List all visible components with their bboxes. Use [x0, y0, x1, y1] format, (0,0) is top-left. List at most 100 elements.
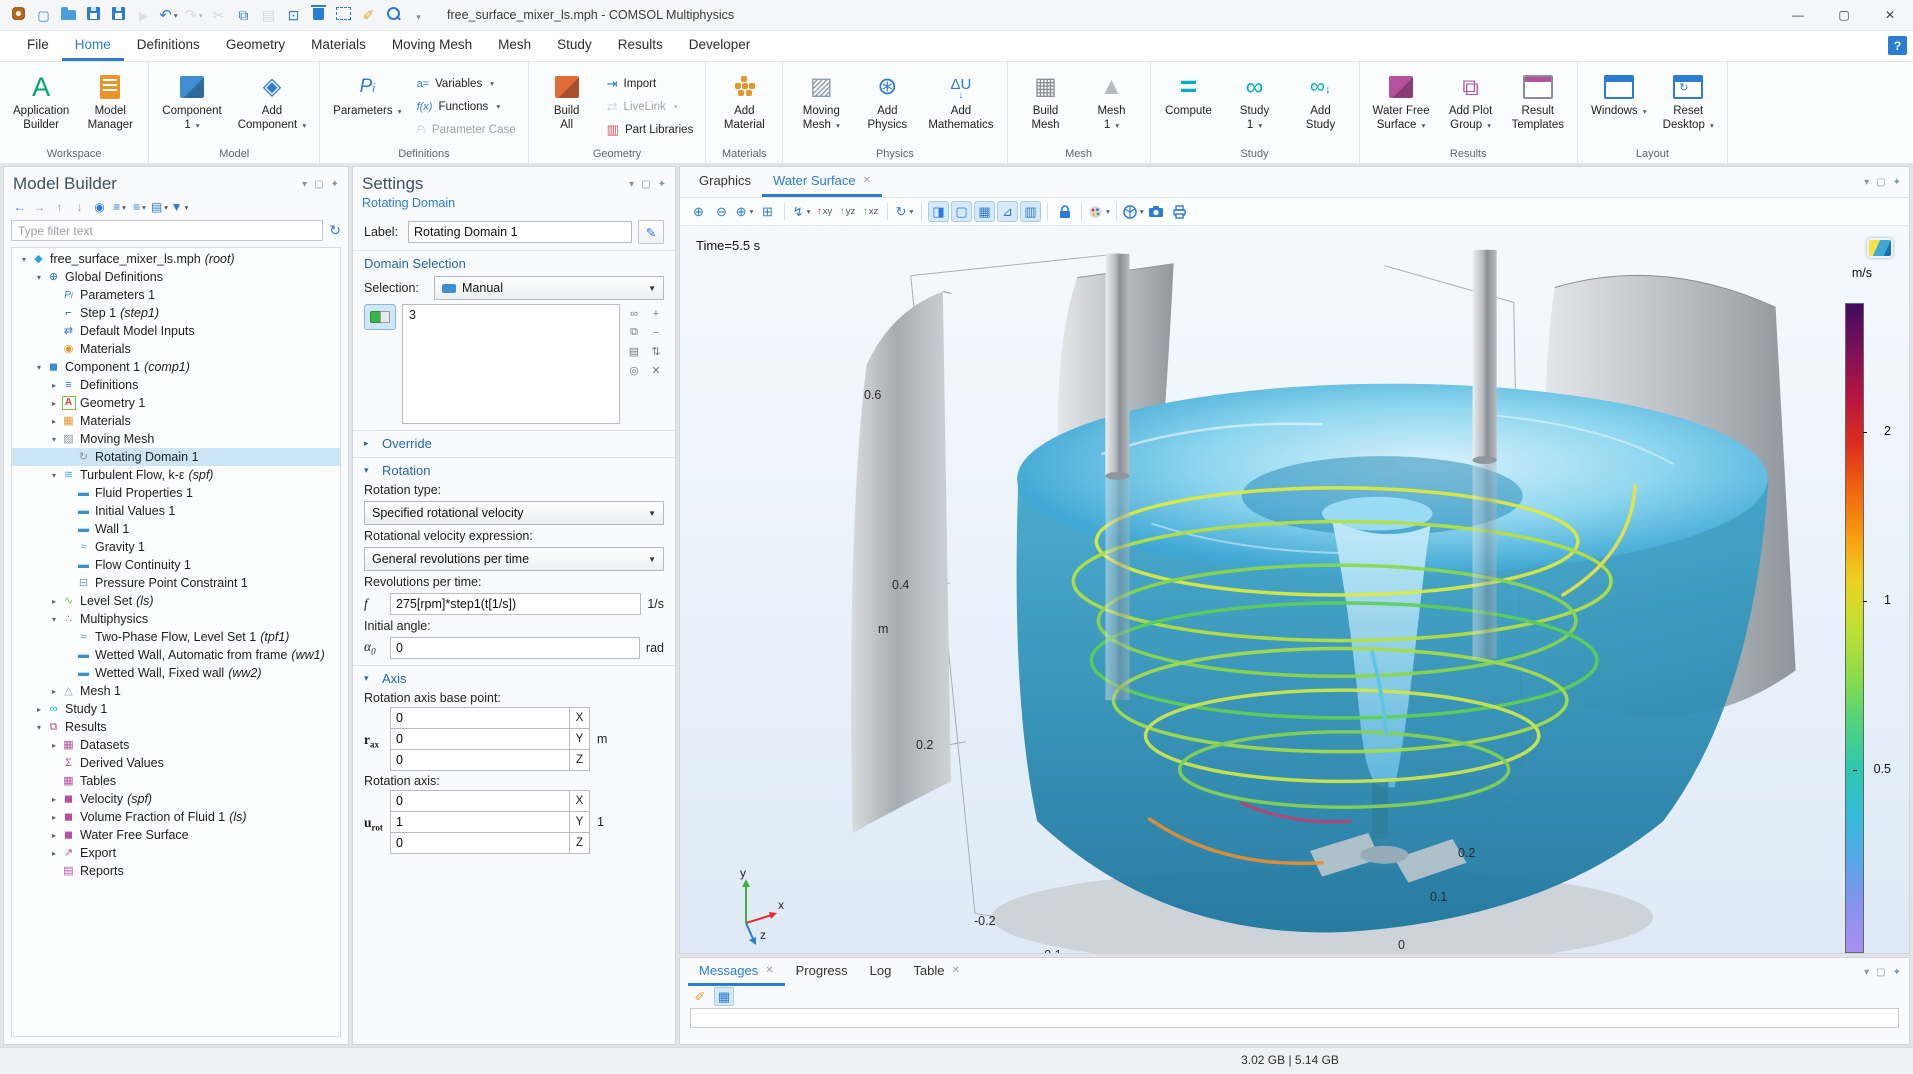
- livelink-button[interactable]: ⇄LiveLink▾: [607, 97, 694, 117]
- axes-toggle[interactable]: ⊿: [997, 201, 1018, 222]
- paste-button[interactable]: ▤: [256, 4, 281, 26]
- tree-item[interactable]: ▤Reports: [12, 862, 340, 880]
- expander-icon[interactable]: ▸: [48, 849, 60, 858]
- tree-item[interactable]: ↻Rotating Domain 1: [12, 448, 340, 466]
- tree-item[interactable]: ▦Tables: [12, 772, 340, 790]
- tree-item[interactable]: ▸∿Level Set(ls): [12, 592, 340, 610]
- chevron-down-icon[interactable]: ▾: [629, 179, 634, 190]
- forward-button[interactable]: →: [30, 198, 49, 216]
- tree-item[interactable]: ▾≋Turbulent Flow, k-ε(spf): [12, 466, 340, 484]
- tree-item[interactable]: ▬Initial Values 1: [12, 502, 340, 520]
- tree-item[interactable]: ▬Wall 1: [12, 520, 340, 538]
- help-button[interactable]: ?: [1888, 36, 1907, 55]
- tree-item[interactable]: ▾▨Moving Mesh: [12, 430, 340, 448]
- paste-icon[interactable]: ▤: [626, 344, 642, 359]
- expander-icon[interactable]: ▸: [48, 399, 60, 408]
- frequency-input[interactable]: [390, 593, 641, 615]
- expander-icon[interactable]: ▾: [33, 723, 45, 732]
- add-physics-button[interactable]: ⊛AddPhysics: [855, 67, 919, 146]
- new-file-button[interactable]: ▢: [31, 4, 56, 26]
- duplicate-button[interactable]: ⊡: [281, 4, 306, 26]
- zoom-in-button[interactable]: ⊕: [688, 201, 709, 222]
- color-palette-button[interactable]: ▾: [1088, 201, 1110, 222]
- tree-item[interactable]: ◉Materials: [12, 340, 340, 358]
- material-sweep-button[interactable]: ✐: [356, 4, 381, 26]
- tree-item[interactable]: ▸▦Datasets: [12, 736, 340, 754]
- tree-item[interactable]: ▸≡Definitions: [12, 376, 340, 394]
- refresh-icon[interactable]: ↻: [329, 222, 341, 239]
- filter-button[interactable]: ▼▾: [170, 198, 189, 216]
- tree-item[interactable]: ▸∞Study 1: [12, 700, 340, 718]
- water-free-surface-button[interactable]: Water FreeSurface ▾: [1366, 67, 1437, 146]
- expander-icon[interactable]: ▸: [48, 381, 60, 390]
- rotation-axis-y-input[interactable]: [390, 811, 570, 833]
- expander-icon[interactable]: ▸: [48, 687, 60, 696]
- expander-icon[interactable]: ▸: [48, 597, 60, 606]
- minimize-button[interactable]: —: [1775, 0, 1821, 30]
- base-point-z-input[interactable]: [390, 749, 570, 771]
- deselect-icon[interactable]: ✕: [648, 363, 664, 378]
- compute-button[interactable]: =Compute: [1157, 67, 1221, 146]
- override-header[interactable]: Override: [382, 436, 432, 451]
- tree-item[interactable]: ▸↗Export: [12, 844, 340, 862]
- component-1-button[interactable]: Component1 ▾: [155, 67, 228, 146]
- tree-item[interactable]: ▸◼Water Free Surface: [12, 826, 340, 844]
- tree-item[interactable]: ▸▦Materials: [12, 412, 340, 430]
- open-button[interactable]: [56, 4, 81, 26]
- label-input[interactable]: [408, 221, 632, 243]
- reset-desktop-button[interactable]: ↻ResetDesktop ▾: [1656, 67, 1721, 146]
- rotation-header[interactable]: Rotation: [382, 463, 430, 478]
- view-xy-button[interactable]: ↑xy: [814, 201, 835, 222]
- tree-item[interactable]: ▾◼Component 1(comp1): [12, 358, 340, 376]
- functions-button[interactable]: f(x)Functions▾: [417, 97, 516, 117]
- link-icon[interactable]: ∞: [626, 306, 642, 321]
- back-button[interactable]: ←: [10, 198, 29, 216]
- model-tree-nodes-button[interactable]: ▤▾: [150, 198, 169, 216]
- build-mesh-button[interactable]: ▦BuildMesh: [1014, 67, 1078, 146]
- menu-tab-file[interactable]: File: [14, 31, 62, 61]
- pin-icon[interactable]: ✦: [331, 179, 339, 190]
- rotation-axis-z-input[interactable]: [390, 832, 570, 854]
- move-up-button[interactable]: ↑: [50, 198, 69, 216]
- tree-item[interactable]: ▾∴Multiphysics: [12, 610, 340, 628]
- tab-table[interactable]: Table✕: [902, 958, 970, 986]
- view-yz-button[interactable]: ↑yz: [837, 201, 858, 222]
- zoom-selection-icon[interactable]: ◎: [626, 363, 642, 378]
- import-button[interactable]: ⇥Import: [607, 74, 694, 94]
- variables-button[interactable]: a=Variables▾: [417, 74, 516, 94]
- moving-mesh-button[interactable]: ▨MovingMesh ▾: [789, 67, 853, 146]
- view-xz-button[interactable]: ↑xz: [860, 201, 881, 222]
- close-icon[interactable]: ✕: [951, 965, 959, 976]
- expander-icon[interactable]: ▸: [48, 417, 60, 426]
- tree-item[interactable]: ≈Gravity 1: [12, 538, 340, 556]
- expander-icon[interactable]: ▸: [48, 831, 60, 840]
- close-button[interactable]: ✕: [1867, 0, 1913, 30]
- tree-item[interactable]: ▬Fluid Properties 1: [12, 484, 340, 502]
- expander-icon[interactable]: ▸: [48, 741, 60, 750]
- float-icon[interactable]: ▢: [641, 179, 650, 190]
- part-libraries-button[interactable]: ▥Part Libraries: [607, 120, 694, 140]
- selection-dropdown[interactable]: Manual ▼: [434, 276, 664, 300]
- windows-button[interactable]: Windows ▾: [1584, 67, 1654, 146]
- scene-settings-button[interactable]: ▾: [1123, 201, 1144, 222]
- zoom-out-button[interactable]: ⊖: [711, 201, 732, 222]
- selection-list[interactable]: 3: [402, 304, 620, 424]
- snapshot-button[interactable]: [1146, 201, 1167, 222]
- tree-item[interactable]: ▬Flow Continuity 1: [12, 556, 340, 574]
- menu-tab-developer[interactable]: Developer: [676, 31, 764, 61]
- show-button[interactable]: ◉: [90, 198, 109, 216]
- parameter-case-button[interactable]: PiParameter Case: [417, 120, 516, 140]
- rotation-axis-x-input[interactable]: [390, 790, 570, 812]
- maximize-button[interactable]: ▢: [1821, 0, 1867, 30]
- more-commands-button[interactable]: ▾: [406, 6, 431, 28]
- tree-item[interactable]: ▸◼Volume Fraction of Fluid 1(ls): [12, 808, 340, 826]
- save-button[interactable]: [81, 2, 106, 24]
- build-all-button[interactable]: BuildAll: [535, 67, 599, 146]
- application-builder-button[interactable]: AApplicationBuilder: [6, 67, 76, 146]
- pin-icon[interactable]: ✦: [658, 179, 666, 190]
- tree-item[interactable]: ΣDerived Values: [12, 754, 340, 772]
- menu-tab-definitions[interactable]: Definitions: [124, 31, 213, 61]
- tab-messages[interactable]: Messages✕: [688, 958, 785, 986]
- graphics-canvas[interactable]: Time=5.5 s 0.60.40.2m-0.2-0.10.20.10 m/s…: [680, 226, 1909, 953]
- filter-input[interactable]: [11, 220, 323, 241]
